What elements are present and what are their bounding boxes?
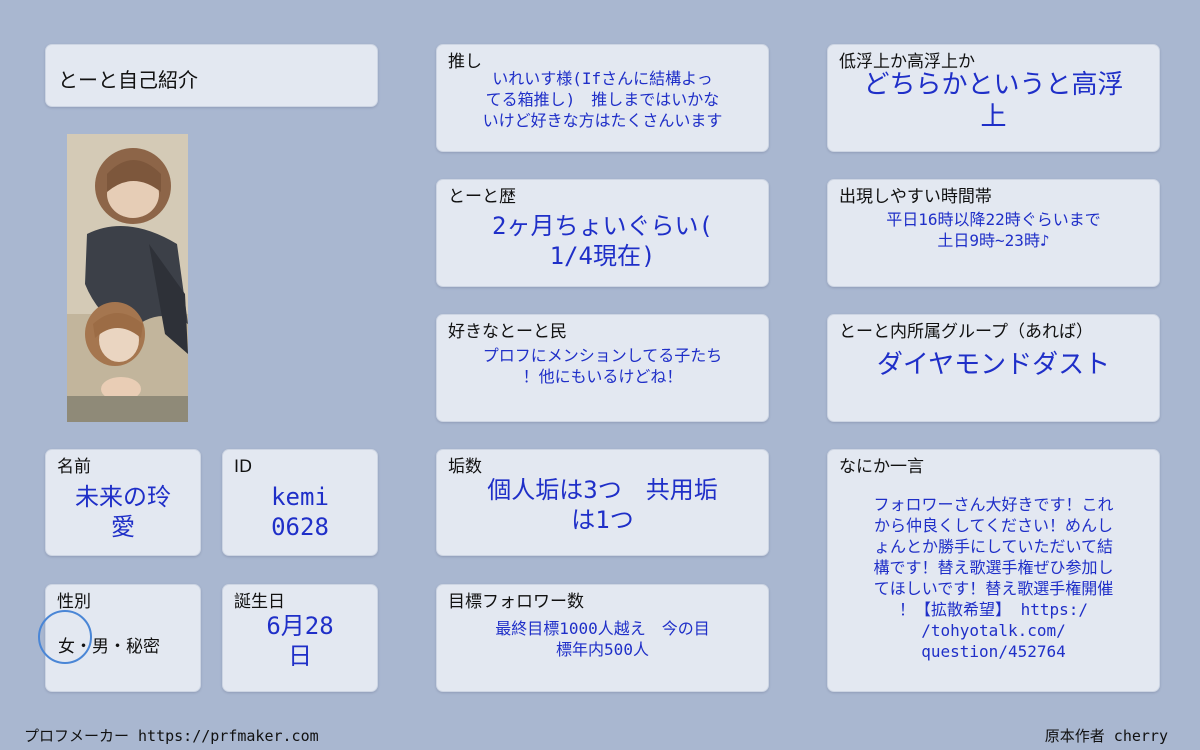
account-count-value: 個人垢は3つ 共用垢 は1つ xyxy=(487,476,718,534)
id-card: ID kemi 0628 xyxy=(222,449,378,556)
gender-label: 性別 xyxy=(57,592,91,612)
follower-goal-label: 目標フォロワー数 xyxy=(448,592,584,612)
toto-history-value: 2ヶ月ちょいぐらい( 1/4現在) xyxy=(492,212,713,270)
author-credit: 原本作者 cherry xyxy=(1044,727,1168,745)
name-value: 未来の玲 愛 xyxy=(75,483,171,541)
favorite-users-card: 好きなとーと民 プロフにメンションしてる子たち ！他にもいるけどね！ xyxy=(436,314,769,422)
active-time-value: 平日16時以降22時ぐらいまで 土日9時~23時♪ xyxy=(886,210,1101,250)
active-time-label: 出現しやすい時間帯 xyxy=(839,187,992,207)
page-title: とーと自己紹介 xyxy=(58,68,198,92)
follower-goal-value: 最終目標1000人越え 今の目 標年内500人 xyxy=(495,619,710,659)
maker-credit-link[interactable]: プロフメーカー https://prfmaker.com xyxy=(24,725,319,746)
activity-value: どちらかというと高浮 上 xyxy=(863,70,1124,132)
birthday-card: 誕生日 6月28 日 xyxy=(222,584,378,692)
profile-illustration xyxy=(67,134,188,422)
gender-selection-circle xyxy=(38,610,92,664)
id-label: ID xyxy=(234,457,253,477)
follower-goal-card: 目標フォロワー数 最終目標1000人越え 今の目 標年内500人 xyxy=(436,584,769,692)
active-time-card: 出現しやすい時間帯 平日16時以降22時ぐらいまで 土日9時~23時♪ xyxy=(827,179,1160,287)
activity-card: 低浮上か高浮上か どちらかというと高浮 上 xyxy=(827,44,1160,152)
group-label: とーと内所属グループ（あれば） xyxy=(839,322,1093,342)
favorite-users-label: 好きなとーと民 xyxy=(448,322,567,342)
oshi-value: いれいす様(Ifさんに結構よっ てる箱推し) 推しまではいかな いけど好きな方は… xyxy=(482,69,723,130)
group-value: ダイヤモンドダスト xyxy=(876,350,1111,380)
id-value: kemi 0628 xyxy=(271,483,329,541)
message-value: フォロワーさん大好きです！これ から仲良くしてください！めんし ょんとか勝手にし… xyxy=(873,495,1114,661)
profile-image xyxy=(67,134,188,422)
title-card: とーと自己紹介 xyxy=(45,44,378,107)
message-card: なにか一言 フォロワーさん大好きです！これ から仲良くしてください！めんし ょん… xyxy=(827,449,1160,692)
account-count-card: 垢数 個人垢は3つ 共用垢 は1つ xyxy=(436,449,769,556)
group-card: とーと内所属グループ（あれば） ダイヤモンドダスト xyxy=(827,314,1160,422)
birthday-label: 誕生日 xyxy=(234,592,285,612)
message-label: なにか一言 xyxy=(839,457,924,477)
name-card: 名前 未来の玲 愛 xyxy=(45,449,201,556)
toto-history-label: とーと歴 xyxy=(448,187,516,207)
favorite-users-value: プロフにメンションしてる子たち ！他にもいるけどね！ xyxy=(482,346,723,386)
account-count-label: 垢数 xyxy=(448,457,482,477)
birthday-value: 6月28 日 xyxy=(266,612,334,670)
oshi-card: 推し いれいす様(Ifさんに結構よっ てる箱推し) 推しまではいかな いけど好き… xyxy=(436,44,769,152)
toto-history-card: とーと歴 2ヶ月ちょいぐらい( 1/4現在) xyxy=(436,179,769,287)
name-label: 名前 xyxy=(57,457,91,477)
